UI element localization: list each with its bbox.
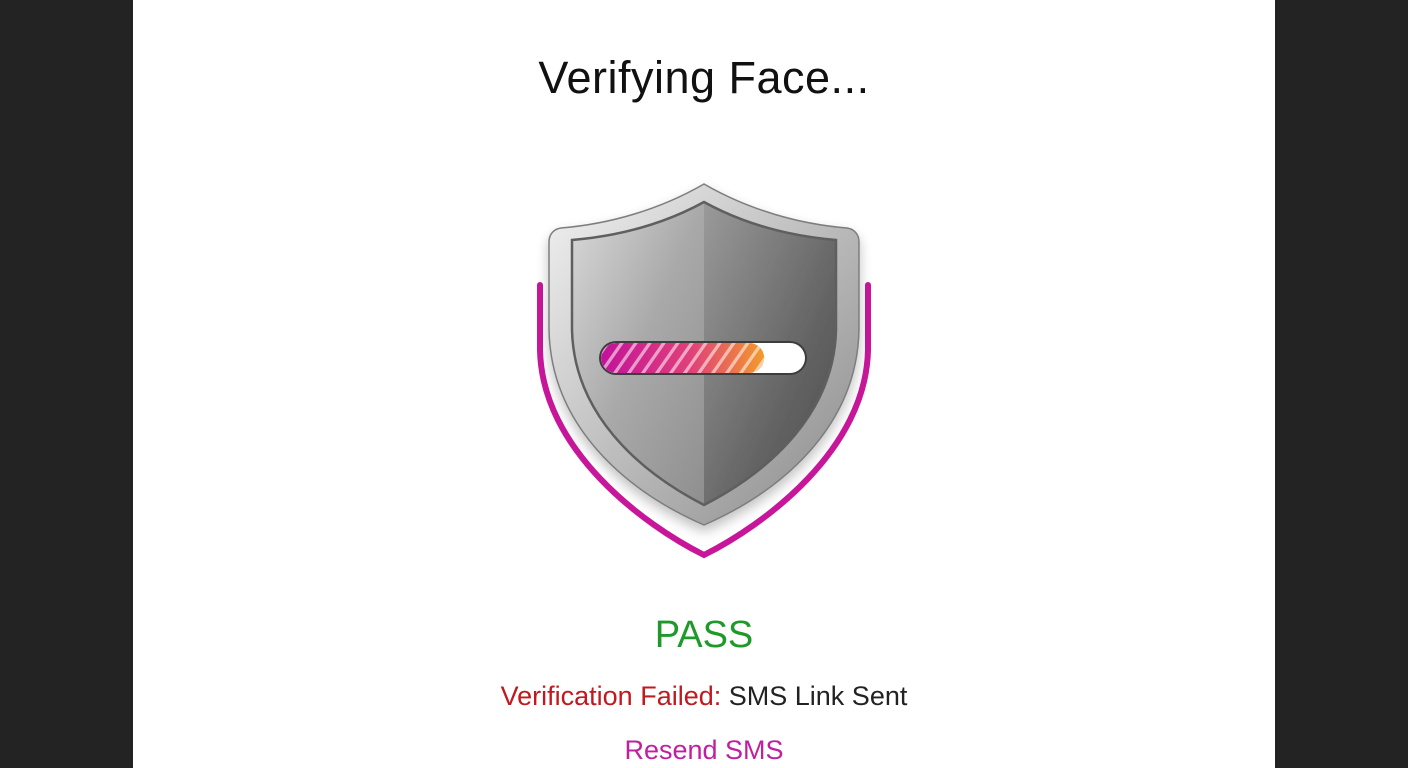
verification-panel: Verifying Face... PASS Verification Fail… [133,0,1275,768]
progress-bar [599,341,807,375]
page-title: Verifying Face... [538,52,870,103]
result-status: PASS [654,614,754,656]
status-message-line: Verification Failed: SMS Link Sent [133,681,1275,712]
shield-icon [537,183,871,559]
failure-label: Verification Failed: [500,681,722,711]
sms-status-text: SMS Link Sent [728,681,908,711]
shield-progress-graphic [524,180,884,570]
app-frame: Verifying Face... PASS Verification Fail… [0,0,1408,768]
resend-sms-link[interactable]: Resend SMS [133,735,1275,766]
